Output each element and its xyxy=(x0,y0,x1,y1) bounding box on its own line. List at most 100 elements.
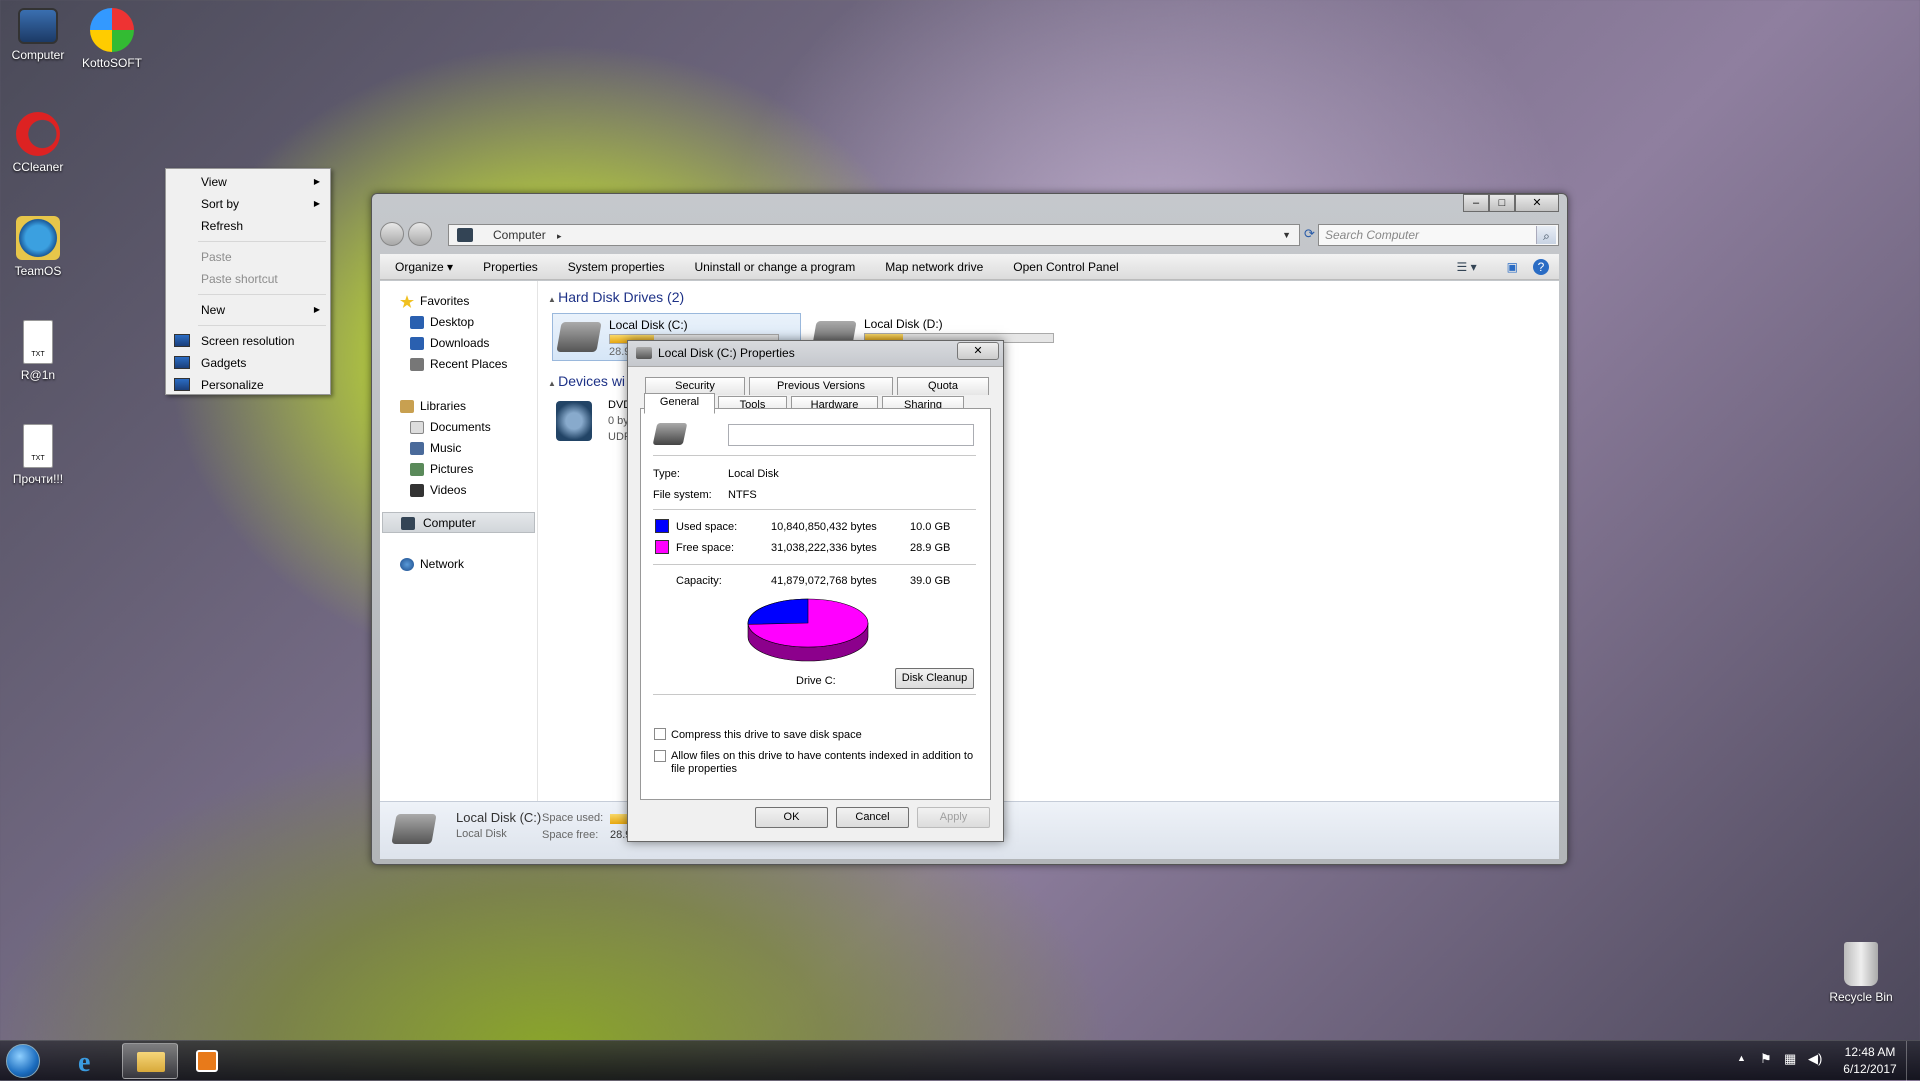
show-hidden-icons-icon[interactable]: ▲ xyxy=(1737,1053,1746,1063)
start-button[interactable] xyxy=(6,1044,40,1078)
clock-time[interactable]: 12:48 AM xyxy=(1840,1045,1900,1059)
taskbar-media-player[interactable] xyxy=(184,1043,228,1079)
nav-label: Network xyxy=(420,557,465,571)
dialog-title-bar: Local Disk (C:) Properties ✕ xyxy=(628,341,1003,367)
properties-dialog: Local Disk (C:) Properties ✕ Security Pr… xyxy=(627,340,1004,842)
used-space-swatch xyxy=(655,519,669,533)
address-dropdown-icon[interactable]: ▼ xyxy=(1282,225,1291,245)
used-space-label: Used space: xyxy=(676,521,738,533)
type-label: Type: xyxy=(653,468,680,480)
address-bar[interactable]: Computer ▸ ▼ xyxy=(448,224,1300,246)
menu-item-paste-shortcut[interactable]: Paste shortcut xyxy=(168,268,328,290)
minimize-button[interactable]: – xyxy=(1463,194,1489,212)
nav-pictures[interactable]: Pictures xyxy=(380,459,537,480)
used-space-bytes: 10,840,850,432 bytes xyxy=(771,521,877,533)
free-space-label: Free space: xyxy=(676,542,735,554)
details-drive-name: Local Disk (C:) xyxy=(456,810,542,825)
devices-group-header[interactable]: ▲ Devices wi xyxy=(548,373,625,389)
help-icon[interactable]: ? xyxy=(1533,258,1549,275)
disk-cleanup-button[interactable]: Disk Cleanup xyxy=(895,668,974,689)
desktop-icon-prochti[interactable]: TXT Прочти!!! xyxy=(1,424,75,486)
nav-network[interactable]: Network xyxy=(380,554,537,575)
search-icon[interactable]: ⌕ xyxy=(1536,226,1556,244)
menu-item-gadgets[interactable]: Gadgets xyxy=(168,352,328,374)
system-properties-button[interactable]: System properties xyxy=(553,260,680,274)
action-center-flag-icon[interactable]: ⚑ xyxy=(1760,1051,1772,1067)
refresh-button[interactable]: ⟳ xyxy=(1304,226,1318,242)
menu-item-screen-resolution[interactable]: Screen resolution xyxy=(168,330,328,352)
separator xyxy=(653,455,976,456)
breadcrumb-chevron-icon: ▸ xyxy=(557,231,562,241)
breadcrumb-computer[interactable]: Computer xyxy=(493,228,546,242)
free-space-gb: 28.9 GB xyxy=(910,542,951,554)
tab-general[interactable]: General xyxy=(644,393,715,414)
gadgets-icon xyxy=(174,356,190,369)
nav-documents[interactable]: Documents xyxy=(380,417,537,438)
pie-slice-used xyxy=(747,598,809,625)
preview-pane-icon[interactable]: ▣ xyxy=(1492,260,1533,274)
close-button[interactable]: ✕ xyxy=(1515,194,1559,212)
desktop-icon-ccleaner[interactable]: CCleaner xyxy=(1,112,75,174)
forward-button[interactable] xyxy=(408,222,432,246)
personalize-icon xyxy=(174,378,190,391)
menu-item-label: Sort by xyxy=(201,197,240,211)
command-bar: Organize ▾ Properties System properties … xyxy=(380,254,1559,280)
desktop-icon-teamos[interactable]: TeamOS xyxy=(1,216,75,278)
index-checkbox[interactable] xyxy=(654,750,666,762)
dialog-close-button[interactable]: ✕ xyxy=(957,342,999,360)
menu-item-personalize[interactable]: Personalize xyxy=(168,374,328,396)
taskbar-explorer[interactable] xyxy=(122,1043,178,1079)
menu-item-sort-by[interactable]: Sort by ▶ xyxy=(168,193,328,215)
desktop-icon-kottosoft[interactable]: KottoSOFT xyxy=(75,8,149,70)
nav-desktop[interactable]: Desktop xyxy=(380,312,537,333)
drive-label-input[interactable] xyxy=(728,424,974,446)
desktop-icon-recycle-bin[interactable]: Recycle Bin xyxy=(1824,942,1898,1004)
desktop-icon-rain[interactable]: TXT R@1n xyxy=(1,320,75,382)
nav-music[interactable]: Music xyxy=(380,438,537,459)
nav-downloads[interactable]: Downloads xyxy=(380,333,537,354)
menu-item-refresh[interactable]: Refresh xyxy=(168,215,328,237)
open-control-panel-button[interactable]: Open Control Panel xyxy=(998,260,1133,274)
media-player-icon xyxy=(196,1050,218,1072)
menu-item-paste[interactable]: Paste xyxy=(168,246,328,268)
capacity-bytes: 41,879,072,768 bytes xyxy=(771,575,877,587)
apply-button[interactable]: Apply xyxy=(917,807,990,828)
desktop-icon-label: R@1n xyxy=(20,368,56,382)
maximize-button[interactable]: □ xyxy=(1489,194,1515,212)
ok-button[interactable]: OK xyxy=(755,807,828,828)
tab-previous-versions[interactable]: Previous Versions xyxy=(749,377,893,395)
menu-item-new[interactable]: New ▶ xyxy=(168,299,328,321)
teamos-icon xyxy=(16,216,60,260)
nav-videos[interactable]: Videos xyxy=(380,480,537,501)
nav-recent-places[interactable]: Recent Places xyxy=(380,354,537,375)
desktop-icon xyxy=(410,316,424,329)
show-desktop-button[interactable] xyxy=(1906,1041,1920,1081)
compress-checkbox[interactable] xyxy=(654,728,666,740)
organize-button[interactable]: Organize ▾ xyxy=(380,260,468,274)
tab-quota[interactable]: Quota xyxy=(897,377,989,395)
free-space-swatch xyxy=(655,540,669,554)
search-input[interactable]: Search Computer ⌕ xyxy=(1318,224,1559,246)
computer-small-icon xyxy=(457,228,473,242)
view-options-icon[interactable]: ☰ ▾ xyxy=(1442,260,1492,274)
map-network-drive-button[interactable]: Map network drive xyxy=(870,260,998,274)
clock-date[interactable]: 6/12/2017 xyxy=(1840,1062,1900,1076)
pictures-icon xyxy=(410,463,424,476)
properties-button[interactable]: Properties xyxy=(468,260,553,274)
recent-places-icon xyxy=(410,358,424,371)
back-button[interactable] xyxy=(380,222,404,246)
nav-libraries[interactable]: Libraries xyxy=(380,396,537,417)
nav-favorites[interactable]: Favorites xyxy=(380,291,537,312)
txt-file-icon: TXT xyxy=(23,320,53,364)
nav-computer[interactable]: Computer xyxy=(382,512,535,533)
taskbar-internet-explorer[interactable]: e xyxy=(62,1043,122,1079)
volume-icon[interactable]: ◀) xyxy=(1808,1051,1822,1067)
menu-item-view[interactable]: View ▶ xyxy=(168,171,328,193)
cancel-button[interactable]: Cancel xyxy=(836,807,909,828)
network-tray-icon[interactable]: ▦ xyxy=(1784,1051,1796,1067)
search-placeholder: Search Computer xyxy=(1325,228,1420,242)
hard-disk-group-header[interactable]: ▲ Hard Disk Drives (2) xyxy=(548,289,684,305)
uninstall-program-button[interactable]: Uninstall or change a program xyxy=(679,260,870,274)
dvd-drive-tile[interactable]: DVD 0 by UDF xyxy=(552,397,632,447)
desktop-icon-computer[interactable]: Computer xyxy=(1,8,75,62)
